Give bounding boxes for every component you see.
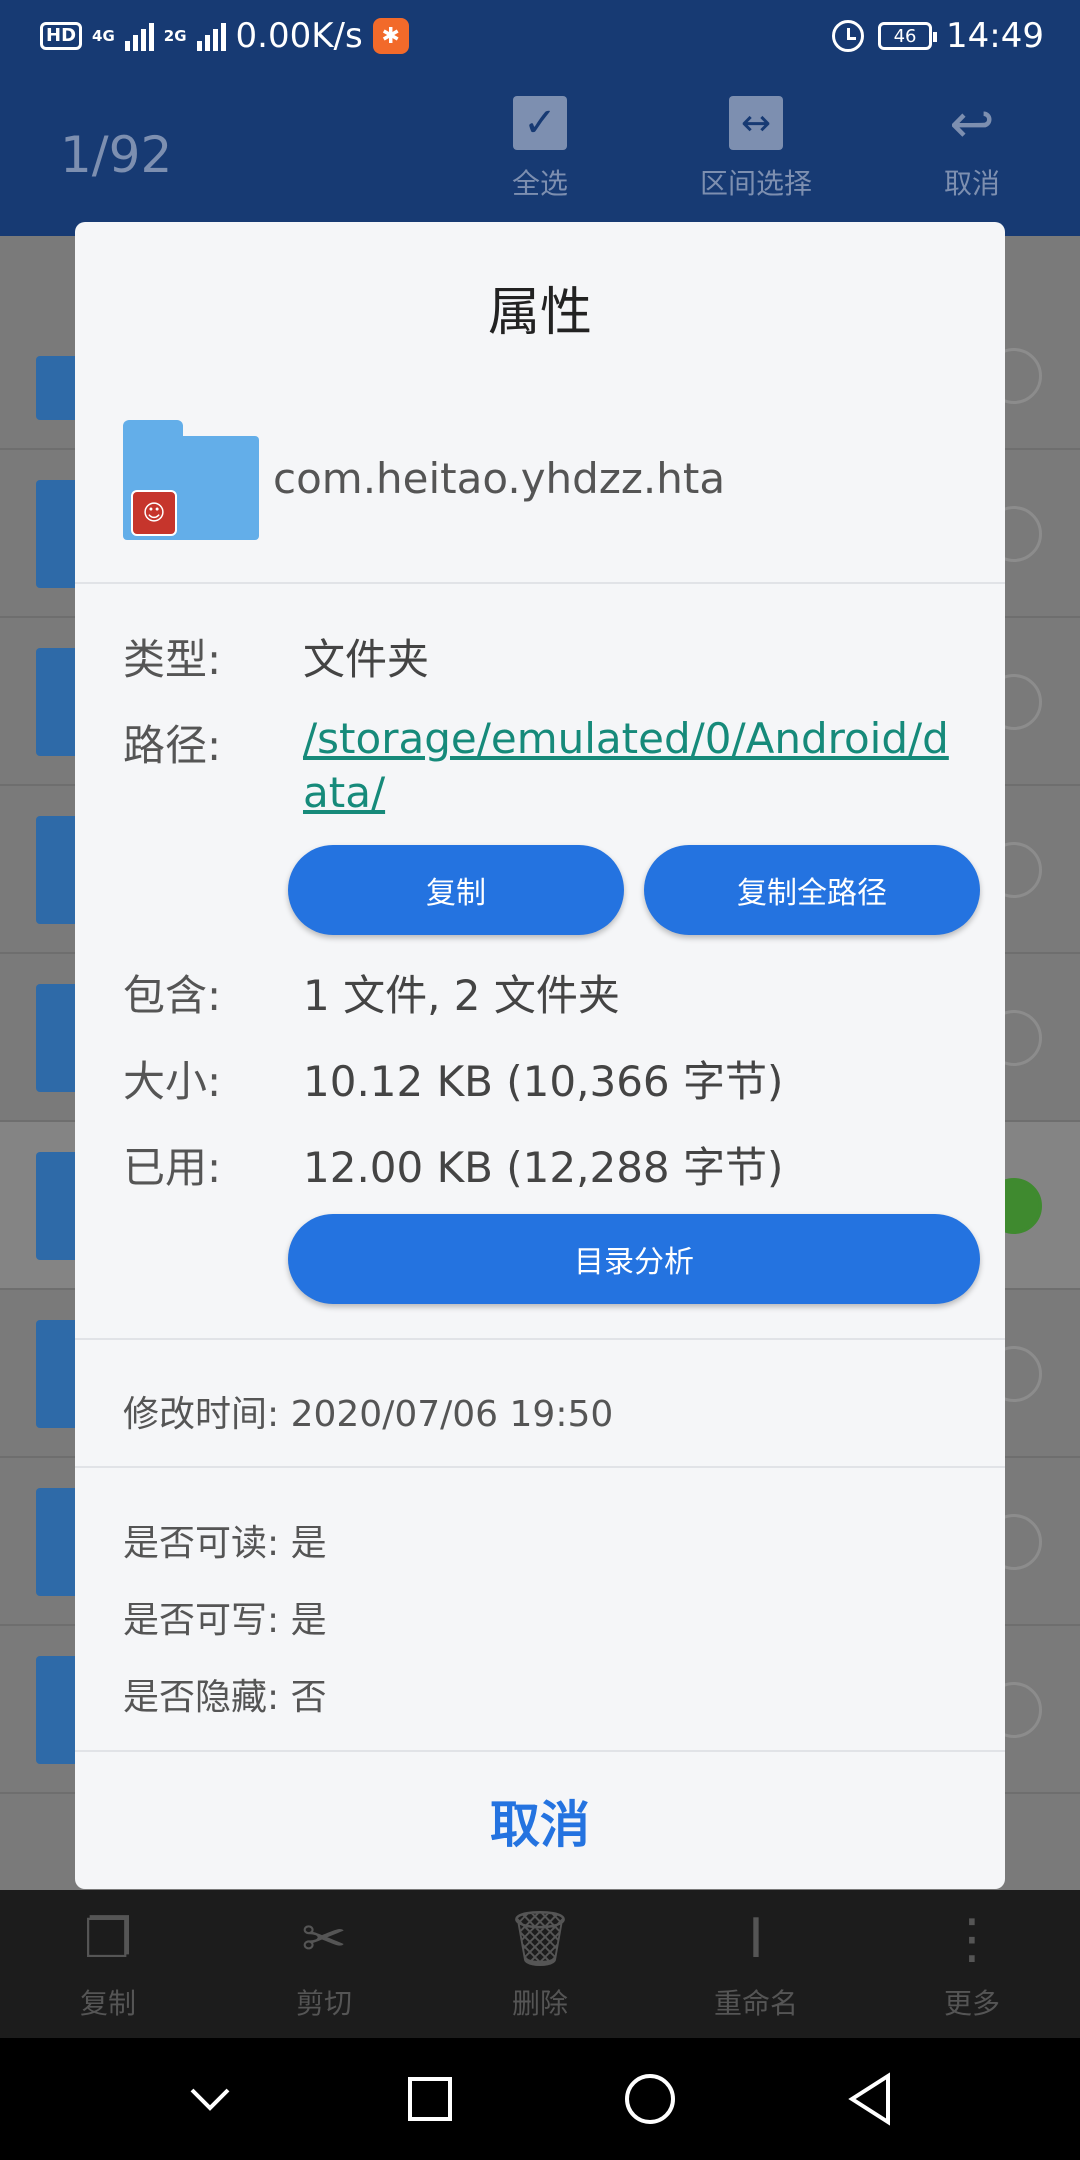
signal-icon (196, 21, 226, 51)
toolbar-cancel-label: 取消 (943, 167, 1000, 200)
type-label: 类型: (123, 635, 222, 684)
used-value: 12.00 KB (12,288 字节) (303, 1143, 784, 1192)
file-thumbnail (36, 1320, 80, 1428)
writable-status: 是否可写: 是 (123, 1600, 327, 1641)
toolbar-cancel-button[interactable]: ↩ 取消 (892, 91, 1052, 202)
size-value: 10.12 KB (10,366 字节) (303, 1057, 784, 1106)
rename-action-label: 重命名 (713, 1987, 798, 2020)
more-action-label: 更多 (943, 1987, 1000, 2020)
triangle-back-icon (848, 2072, 890, 2126)
cut-action-label: 剪切 (295, 1987, 352, 2020)
system-nav-bar (0, 2038, 1080, 2160)
alarm-icon (832, 20, 865, 52)
selection-toolbar: 1/92 ✓ 全选 ↔ 区间选择 ↩ 取消 (0, 72, 1080, 236)
recents-button[interactable] (400, 2069, 460, 2129)
modified-time: 修改时间: 2020/07/06 19:50 (123, 1394, 614, 1435)
path-label: 路径: (123, 721, 222, 770)
text-cursor-icon: I (748, 1907, 764, 1970)
hidden-status: 是否隐藏: 否 (123, 1677, 327, 1718)
more-action[interactable]: ⋮ 更多 (864, 1890, 1080, 2038)
divider (75, 582, 1005, 584)
copy-action-label: 复制 (79, 1987, 136, 2020)
dialog-title: 属性 (487, 283, 592, 343)
circle-icon (625, 2074, 675, 2124)
file-thumbnail (36, 816, 80, 924)
copy-action[interactable]: ❐ 复制 (0, 1890, 216, 2038)
collapse-nav-button[interactable] (180, 2069, 240, 2129)
network-type-4g: 4G (92, 27, 115, 45)
contains-label: 包含: (123, 971, 222, 1020)
delete-action[interactable]: 🗑 删除 (432, 1890, 648, 2038)
range-select-button[interactable]: ↔ 区间选择 (676, 96, 836, 202)
status-bar: HD 4G 2G 0.00K/s ✱ 46 14:49 (0, 0, 1080, 72)
checkbox-icon: ✓ (513, 96, 567, 150)
path-link[interactable]: /storage/emulated/0/Android/data/ (303, 712, 963, 820)
select-all-label: 全选 (511, 167, 568, 200)
signal-icon (124, 21, 154, 51)
square-icon (408, 2077, 452, 2121)
readable-status: 是否可读: 是 (123, 1523, 327, 1564)
home-button[interactable] (620, 2069, 680, 2129)
more-vertical-icon: ⋮ (945, 1907, 999, 1970)
type-value: 文件夹 (303, 635, 430, 684)
battery-level: 46 (893, 25, 917, 47)
divider (75, 1466, 1005, 1468)
hd-indicator: HD (40, 22, 83, 50)
file-thumbnail (36, 1488, 80, 1596)
back-button[interactable] (840, 2069, 900, 2129)
file-thumbnail (36, 1152, 80, 1260)
file-thumbnail (36, 356, 80, 420)
undo-icon: ↩ (949, 91, 995, 155)
bottom-action-bar: ❐ 复制 ✂ 剪切 🗑 删除 I 重命名 ⋮ 更多 (0, 1890, 1080, 2038)
file-thumbnail (36, 1656, 80, 1764)
cut-action[interactable]: ✂ 剪切 (216, 1890, 432, 2038)
scissors-icon: ✂ (301, 1907, 347, 1970)
dialog-cancel-button[interactable]: 取消 (75, 1752, 1005, 1889)
directory-analysis-button[interactable]: 目录分析 (288, 1214, 980, 1304)
rename-action[interactable]: I 重命名 (648, 1890, 864, 2038)
copy-button[interactable]: 复制 (288, 845, 624, 935)
size-label: 大小: (123, 1057, 222, 1106)
uc-browser-icon: ✱ (372, 18, 409, 54)
properties-dialog: 属性 ☺ com.heitao.yhdzz.hta 类型: 文件夹 路径: /s… (75, 222, 1005, 1889)
app-badge-icon: ☺ (131, 490, 177, 536)
network-speed: 0.00K/s (235, 16, 363, 56)
range-arrows-icon: ↔ (729, 96, 783, 150)
chevron-down-icon (190, 2088, 230, 2111)
battery-icon: 46 (878, 22, 938, 50)
selection-count: 1/92 (60, 126, 173, 184)
copy-icon: ❐ (83, 1907, 133, 1970)
trash-icon: 🗑 (505, 1907, 575, 1970)
delete-action-label: 删除 (511, 1987, 568, 2020)
used-label: 已用: (123, 1143, 222, 1192)
select-all-button[interactable]: ✓ 全选 (460, 96, 620, 202)
file-thumbnail (36, 480, 80, 588)
range-select-label: 区间选择 (699, 167, 812, 200)
file-thumbnail (36, 984, 80, 1092)
contains-value: 1 文件, 2 文件夹 (303, 971, 620, 1020)
file-name: com.heitao.yhdzz.hta (273, 454, 726, 503)
network-type-2g: 2G (163, 27, 187, 45)
clock: 14:49 (946, 16, 1044, 56)
file-thumbnail (36, 648, 80, 756)
folder-icon: ☺ (123, 420, 259, 540)
copy-full-path-button[interactable]: 复制全路径 (644, 845, 980, 935)
divider (75, 1338, 1005, 1340)
